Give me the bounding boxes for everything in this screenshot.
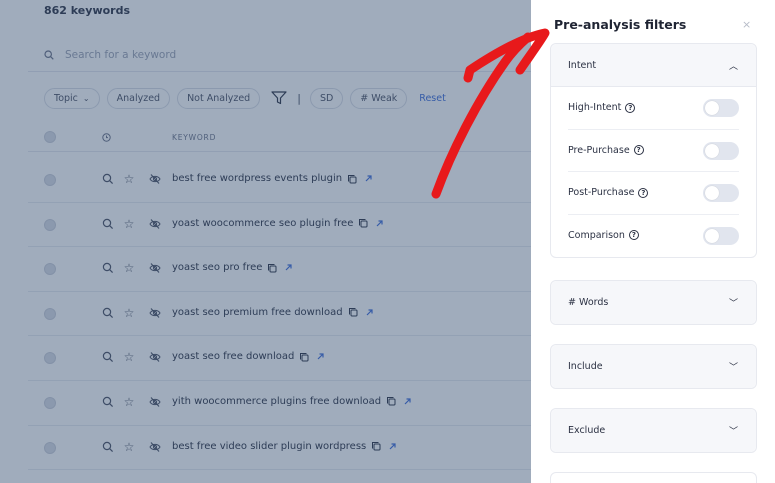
intent-section: Intent ︿ High-Intent ? Pre-Purchase ? Po… — [550, 43, 757, 258]
intent-option-row: Comparison ? — [568, 215, 739, 258]
intent-toggle[interactable] — [703, 226, 739, 245]
chevron-down-icon: ﹀ — [728, 363, 738, 373]
close-icon[interactable]: × — [742, 18, 751, 31]
help-icon[interactable]: ? — [638, 187, 649, 198]
intent-option-text: High-Intent — [568, 102, 622, 113]
pre-analysis-filters-drawer: Pre-analysis filters × Intent ︿ High-Int… — [531, 0, 775, 483]
include-section-label: Include — [568, 361, 603, 372]
intent-option-row: High-Intent ? — [568, 87, 739, 130]
intent-option-row: Post-Purchase ? — [568, 172, 739, 215]
chevron-down-icon: ﹀ — [728, 427, 738, 437]
intent-option-text: Comparison — [568, 229, 625, 241]
intent-option-text: Pre-Purchase — [568, 144, 630, 156]
modal-backdrop[interactable] — [0, 0, 531, 483]
include-section: Include ﹀ — [550, 344, 757, 389]
intent-options: High-Intent ? Pre-Purchase ? Post-Purcha… — [551, 87, 756, 257]
toggle-knob — [705, 143, 719, 158]
words-section-label: # Words — [568, 297, 609, 308]
help-icon[interactable]: ? — [625, 102, 636, 113]
exclude-section-label: Exclude — [568, 425, 606, 436]
intent-option-label: Comparison ? — [568, 230, 639, 241]
exclude-section-header[interactable]: Exclude ﹀ — [551, 409, 756, 452]
intent-option-text: Post-Purchase — [568, 187, 635, 198]
intent-toggle[interactable] — [703, 184, 739, 202]
toggle-knob — [705, 228, 719, 243]
words-section-header[interactable]: # Words ﹀ — [551, 281, 756, 324]
intent-option-label: High-Intent ? — [568, 102, 636, 113]
intent-option-row: Pre-Purchase ? — [568, 130, 739, 172]
toggle-knob — [705, 101, 719, 115]
drawer-title: Pre-analysis filters — [554, 17, 687, 32]
chevron-up-icon: ︿ — [728, 61, 738, 72]
intent-option-label: Post-Purchase ? — [568, 187, 649, 198]
intent-section-label: Intent — [568, 59, 597, 71]
help-icon[interactable]: ? — [633, 145, 644, 155]
intent-section-header[interactable]: Intent ︿ — [551, 44, 756, 87]
toggle-knob — [705, 186, 719, 200]
include-section-header[interactable]: Include ﹀ — [551, 345, 756, 388]
intent-toggle[interactable] — [703, 141, 739, 160]
intent-option-label: Pre-Purchase ? — [568, 145, 644, 156]
words-section: # Words ﹀ — [550, 280, 757, 325]
chevron-down-icon: ﹀ — [728, 299, 738, 309]
exclude-section: Exclude ﹀ — [550, 408, 757, 453]
next-section-partial — [550, 472, 757, 483]
help-icon[interactable]: ? — [628, 230, 639, 240]
keywords-panel: 862 keywords Search for a keyword Topic … — [0, 0, 531, 483]
intent-toggle[interactable] — [703, 99, 739, 117]
